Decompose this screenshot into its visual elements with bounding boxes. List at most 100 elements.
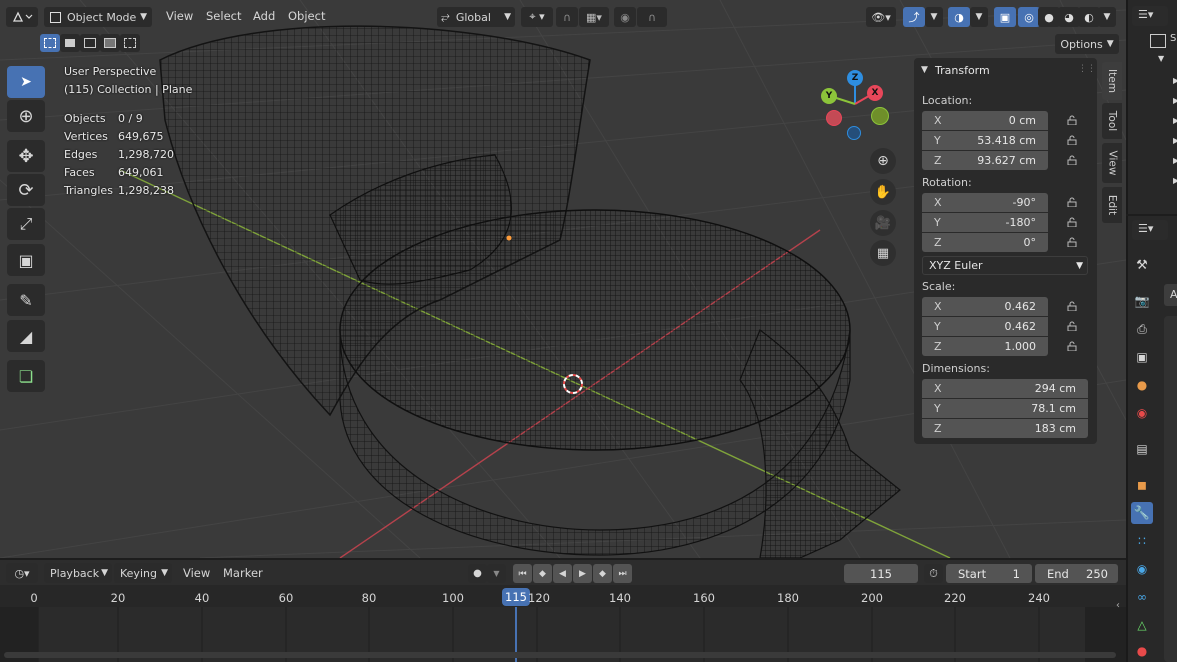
select-new-button[interactable] [40,34,60,52]
dimensions-x-field[interactable]: X 294 cm [922,379,1088,398]
location-z-field[interactable]: Z 93.627 cm [922,151,1048,170]
scale-z-field[interactable]: Z 1.000 [922,337,1048,356]
menu-select[interactable]: Select [206,9,241,23]
keying-set-dropdown[interactable]: ▼ [487,564,506,583]
falloff-dropdown[interactable]: ∩ [637,7,667,27]
lock-icon[interactable] [1066,217,1078,227]
next-keyframe-button[interactable]: ◆ [593,564,612,583]
3d-viewport[interactable]: Object Mode ▼ View Select Add Object ⥂ G… [0,0,1126,558]
rotation-z-field[interactable]: Z 0° [922,233,1048,252]
chevron-down-icon[interactable]: ▼ [921,65,928,75]
xray-toggle[interactable]: ▣ [994,7,1016,27]
lock-icon[interactable] [1066,135,1078,145]
chevron-right-icon[interactable]: ▶ [1173,76,1177,85]
tab-data[interactable]: △ [1131,614,1153,636]
overlays-dropdown[interactable]: ▼ [970,7,988,27]
zoom-button[interactable]: ⊕ [870,148,896,174]
chevron-right-icon[interactable]: ▶ [1173,136,1177,145]
tab-item[interactable]: Item [1102,62,1122,100]
options-dropdown[interactable]: Options ▼ [1055,34,1119,54]
visibility-dropdown[interactable]: 👁▾ [866,7,896,27]
chevron-left-icon[interactable]: ‹ [1116,600,1120,611]
tab-object[interactable]: ◼ [1131,474,1153,496]
gizmo-y-axis[interactable]: Y [821,88,837,104]
outliner-editor[interactable]: ☰▾ S ▼ ▶ ▶ ▶ ▶ ▶ ▶ [1126,0,1177,214]
scale-x-field[interactable]: X 0.462 [922,297,1048,316]
record-button[interactable]: ● [468,564,487,583]
tab-edit[interactable]: Edit [1102,187,1122,223]
jump-end-button[interactable]: ⏭ [613,564,632,583]
tab-material[interactable]: ● [1131,640,1153,662]
dimensions-z-field[interactable]: Z 183 cm [922,419,1088,438]
tab-modifiers[interactable]: 🔧 [1131,502,1153,524]
gizmo-toggle[interactable]: ⤴ [903,7,925,27]
chevron-right-icon[interactable]: ▶ [1173,116,1177,125]
tool-cursor[interactable]: ⊕ [7,100,45,132]
scale-y-field[interactable]: Y 0.462 [922,317,1048,336]
lock-icon[interactable] [1066,237,1078,247]
tool-annotate[interactable]: ✎ [7,284,45,316]
jump-start-button[interactable]: ⏮ [513,564,532,583]
select-difference-button[interactable] [100,34,120,52]
rotation-y-field[interactable]: Y -180° [922,213,1048,232]
tool-transform[interactable]: ▣ [7,244,45,276]
tab-tool[interactable]: Tool [1102,103,1122,139]
chevron-right-icon[interactable]: ▶ [1173,156,1177,165]
mode-dropdown[interactable]: Object Mode ▼ [44,7,152,27]
lock-icon[interactable] [1066,115,1078,125]
playhead-frame-indicator[interactable]: 115 [502,588,530,606]
chevron-down-icon[interactable]: ▼ [1158,54,1164,63]
lock-icon[interactable] [1066,321,1078,331]
proportional-edit-toggle[interactable]: ◉ [614,7,636,27]
lock-icon[interactable] [1066,301,1078,311]
transform-panel-title[interactable]: Transform [935,64,990,77]
play-button[interactable]: ▶ [573,564,592,583]
drag-handle-icon[interactable]: ⋮⋮ [1078,64,1096,74]
gizmo-neg-x[interactable] [826,110,842,126]
start-frame-field[interactable]: Start 1 [946,564,1032,583]
tab-physics[interactable]: ◉ [1131,558,1153,580]
tool-scale[interactable]: ⤢ [7,208,45,240]
overlays-toggle[interactable]: ◑ [948,7,970,27]
rotation-x-field[interactable]: X -90° [922,193,1048,212]
perspective-toggle-button[interactable]: ▦ [870,240,896,266]
tab-scene[interactable]: ● [1131,374,1153,396]
timeline-menu-marker[interactable]: Marker [223,566,263,580]
tab-output[interactable]: ⎙ [1131,318,1153,340]
shading-rendered-button[interactable]: ◐ [1078,7,1100,27]
location-y-field[interactable]: Y 53.418 cm [922,131,1048,150]
pivot-point-dropdown[interactable]: ⌖ ▾ [521,7,553,27]
editor-type-button[interactable] [6,7,38,27]
tab-world[interactable]: ◉ [1131,402,1153,424]
tab-constraints[interactable]: ∞ [1131,586,1153,608]
timeline-editor-type-button[interactable]: ◷▾ [6,563,38,583]
tool-select-box[interactable]: ➤ [7,66,45,98]
gizmo-z-axis[interactable]: Z [847,70,863,86]
timeline-menu-view[interactable]: View [183,566,210,580]
select-intersect-button[interactable] [120,34,140,52]
shading-wireframe-button[interactable]: ◎ [1018,7,1040,27]
tool-rotate[interactable]: ⟳ [7,174,45,206]
preview-range-toggle[interactable]: ⏱ [924,564,943,583]
chevron-right-icon[interactable]: ▶ [1173,176,1177,185]
gizmo-x-axis[interactable]: X [867,85,883,101]
location-x-field[interactable]: X0 cm [922,111,1048,130]
play-reverse-button[interactable]: ◀ [553,564,572,583]
gizmo-neg-z[interactable] [847,126,861,140]
tab-particles[interactable]: ∷ [1131,530,1153,552]
tool-measure[interactable]: ◢ [7,320,45,352]
menu-add[interactable]: Add [253,9,275,23]
snap-toggle[interactable]: ∩ [556,7,578,27]
menu-object[interactable]: Object [288,9,325,23]
tab-view[interactable]: View [1102,143,1122,183]
prev-keyframe-button[interactable]: ◆ [533,564,552,583]
outliner-editor-type-button[interactable]: ☰▾ [1132,6,1168,26]
menu-view[interactable]: View [166,9,193,23]
keying-menu[interactable]: Keying ▼ [114,563,172,583]
pan-button[interactable]: ✋ [870,179,896,205]
dimensions-y-field[interactable]: Y 78.1 cm [922,399,1088,418]
lock-icon[interactable] [1066,341,1078,351]
lock-icon[interactable] [1066,155,1078,165]
tab-collection[interactable]: ▤ [1131,438,1153,460]
rotation-mode-dropdown[interactable]: XYZ Euler ▼ [922,256,1088,275]
